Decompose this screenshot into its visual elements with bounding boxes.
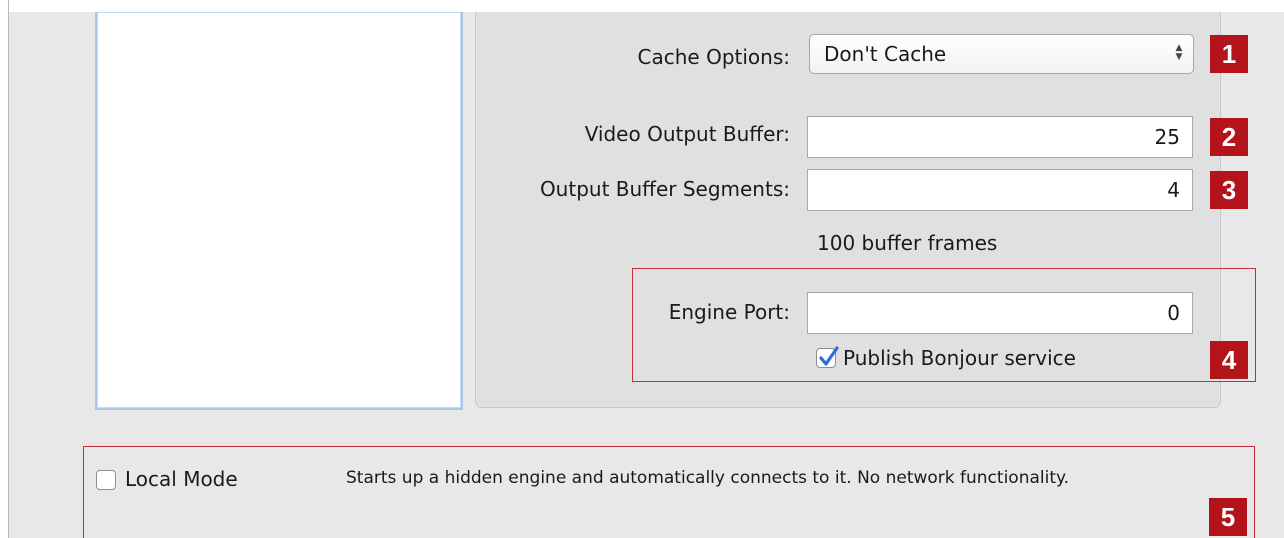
local-mode-description: Starts up a hidden engine and automatica… (346, 468, 1070, 488)
cache-options-label: Cache Options: (637, 45, 790, 69)
callout-badge-1: 1 (1210, 35, 1248, 73)
local-mode-highlight (83, 446, 1255, 538)
buffer-frames-info: 100 buffer frames (817, 231, 998, 255)
engine-port-field[interactable]: 0 (807, 292, 1193, 334)
callout-badge-3: 3 (1210, 171, 1248, 209)
publish-bonjour-checkbox[interactable] (816, 346, 839, 368)
video-output-buffer-field[interactable]: 25 (807, 116, 1193, 158)
publish-bonjour-label: Publish Bonjour service (843, 346, 1076, 370)
engine-settings-group: Cache Options: Don't Cache ▲ ▼ 1 Video Ou… (475, 12, 1256, 408)
video-output-buffer-label: Video Output Buffer: (584, 122, 790, 146)
local-mode-label: Local Mode (125, 467, 238, 491)
checkmark-icon (819, 346, 839, 366)
output-buffer-segments-label: Output Buffer Segments: (539, 177, 790, 201)
callout-badge-5: 5 (1209, 498, 1247, 536)
callout-badge-2: 2 (1210, 118, 1248, 156)
engine-port-label: Engine Port: (668, 300, 790, 324)
output-buffer-segments-field[interactable]: 4 (807, 169, 1193, 211)
local-mode-checkbox[interactable] (96, 470, 116, 490)
preferences-pane: Cache Options: Don't Cache ▲ ▼ 1 Video Ou… (9, 12, 1284, 538)
cache-options-value: Don't Cache (824, 42, 947, 66)
cache-options-popup[interactable]: Don't Cache ▲ ▼ (809, 34, 1194, 74)
source-list[interactable] (95, 12, 463, 410)
callout-badge-4: 4 (1210, 341, 1248, 379)
up-down-arrows-icon: ▲ ▼ (1175, 43, 1183, 62)
